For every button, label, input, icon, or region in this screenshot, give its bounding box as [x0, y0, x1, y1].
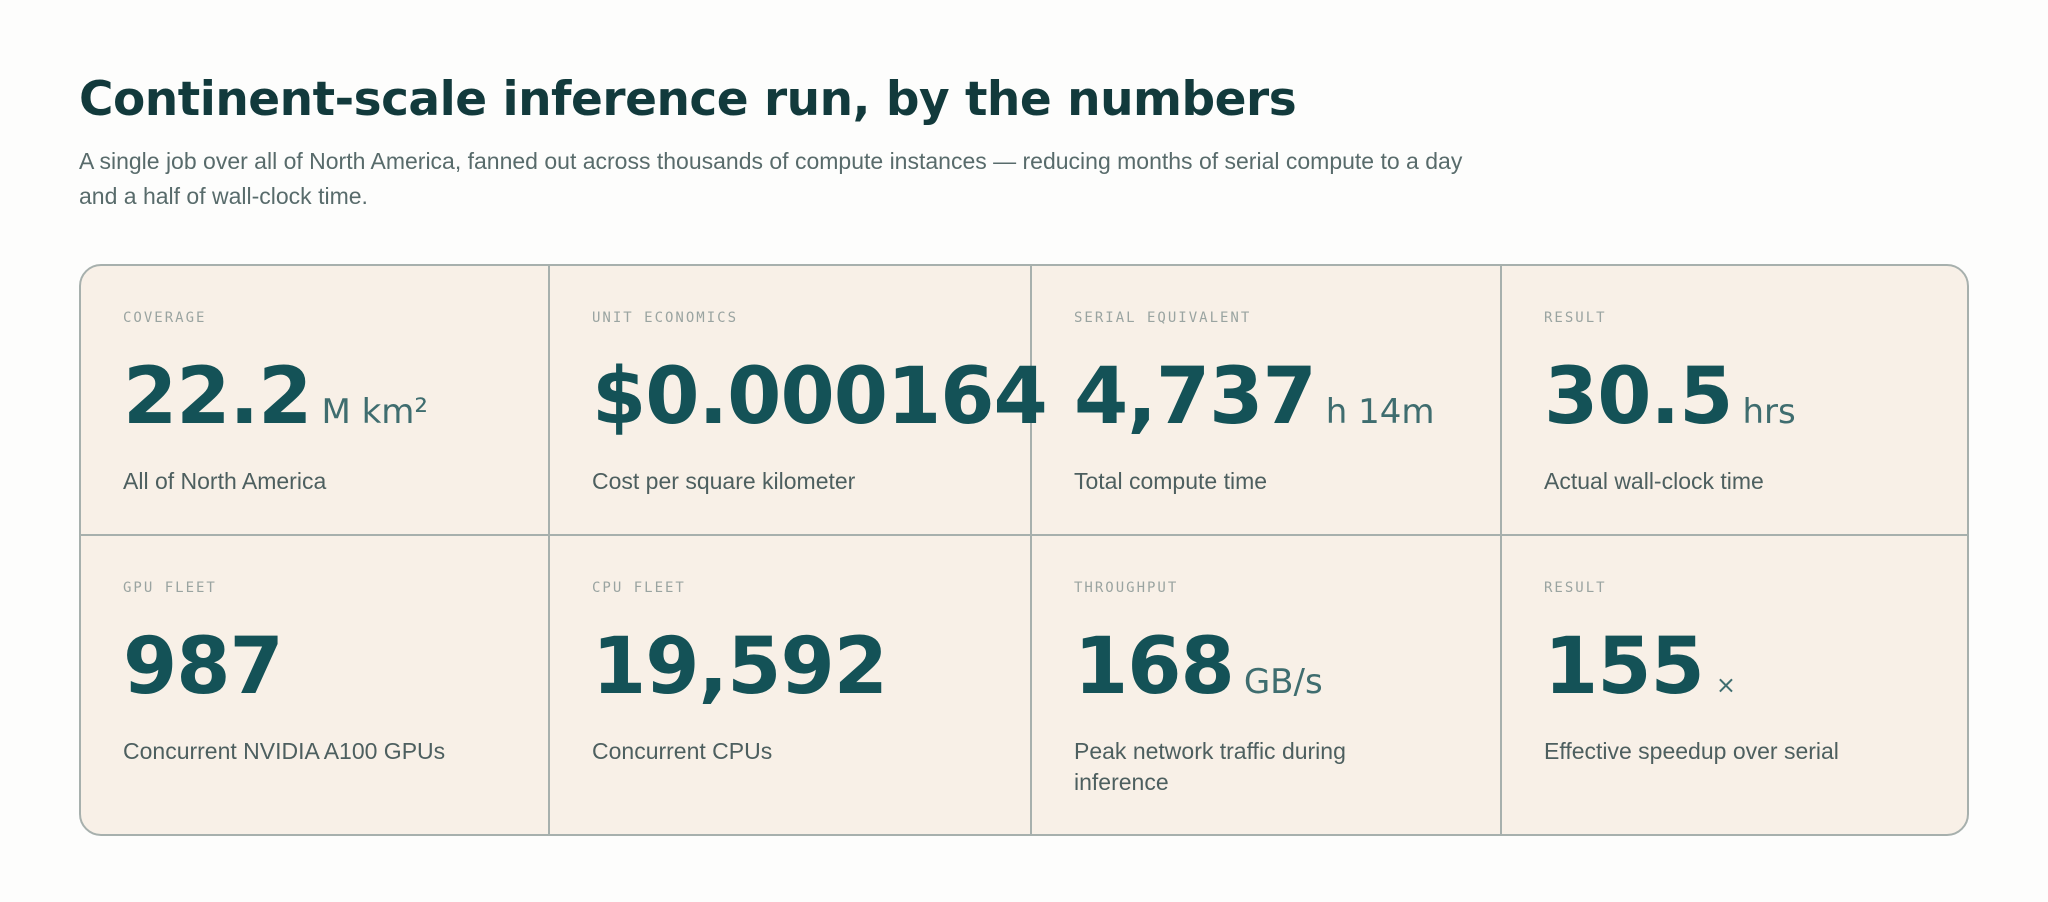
stat-unit: × — [1715, 671, 1736, 699]
stat-card-cpu-fleet: CPU FLEET 19,592 Concurrent CPUs — [550, 536, 1032, 834]
stat-description: Concurrent NVIDIA A100 GPUs — [123, 738, 446, 764]
stat-value: 987 — [123, 622, 284, 712]
stat-label: THROUGHPUT — [1074, 580, 1179, 596]
stat-card-serial-equivalent: SERIAL EQUIVALENT 4,737 h 14m Total comp… — [1032, 266, 1502, 536]
stat-value-row: 987 — [123, 622, 284, 712]
stat-value-row: 155 × — [1544, 628, 1736, 706]
stat-card-result-speedup: RESULT 155 × Effective speedup over seri… — [1502, 536, 1967, 834]
stat-value: $0.000164 — [592, 352, 1048, 442]
stat-label: UNIT ECONOMICS — [592, 310, 739, 326]
stat-value-row: 30.5 hrs — [1544, 358, 1796, 436]
stat-value: 4,737 — [1074, 352, 1317, 442]
stat-card-result-wallclock: RESULT 30.5 hrs Actual wall-clock time — [1502, 266, 1967, 536]
stat-description: Cost per square kilometer — [592, 468, 856, 494]
stat-unit: GB/s — [1243, 662, 1323, 702]
stat-unit: hrs — [1742, 392, 1796, 432]
stat-description: All of North America — [123, 468, 327, 494]
stat-description: Concurrent CPUs — [592, 738, 773, 764]
stat-label: RESULT — [1544, 580, 1607, 596]
stat-value-row: 22.2 M km² — [123, 358, 428, 436]
stat-unit: h 14m — [1325, 392, 1435, 432]
stat-value: 19,592 — [592, 622, 888, 712]
stat-value: 168 — [1074, 622, 1235, 712]
stats-grid: COVERAGE 22.2 M km² All of North America… — [79, 264, 1969, 836]
stat-value-row: $0.000164 — [592, 352, 1048, 442]
stat-description: Effective speedup over serial — [1544, 738, 1839, 764]
stat-value-row: 168 GB/s — [1074, 628, 1323, 706]
stat-value: 30.5 — [1544, 352, 1733, 442]
stat-unit: M km² — [321, 392, 429, 432]
stat-label: COVERAGE — [123, 310, 207, 326]
page-title: Continent-scale inference run, by the nu… — [79, 72, 1297, 127]
stat-description: Total compute time — [1074, 468, 1268, 494]
stat-label: GPU FLEET — [123, 580, 217, 596]
stat-card-gpu-fleet: GPU FLEET 987 Concurrent NVIDIA A100 GPU… — [81, 536, 550, 834]
stat-label: RESULT — [1544, 310, 1607, 326]
page-subtitle: A single job over all of North America, … — [79, 148, 1463, 209]
stat-label: SERIAL EQUIVALENT — [1074, 310, 1252, 326]
stat-value-row: 19,592 — [592, 622, 888, 712]
stat-description: Actual wall-clock time — [1544, 468, 1764, 494]
stat-card-coverage: COVERAGE 22.2 M km² All of North America — [81, 266, 550, 536]
stat-card-unit-economics: UNIT ECONOMICS $0.000164 Cost per square… — [550, 266, 1048, 536]
stat-value: 22.2 — [123, 352, 312, 442]
stat-value-row: 4,737 h 14m — [1074, 358, 1434, 436]
stat-label: CPU FLEET — [592, 580, 686, 596]
stat-card-throughput: THROUGHPUT 168 GB/s Peak network traffic… — [1032, 536, 1502, 834]
stat-description: Peak network traffic during inference — [1074, 738, 1346, 795]
stat-value: 155 — [1544, 622, 1705, 712]
